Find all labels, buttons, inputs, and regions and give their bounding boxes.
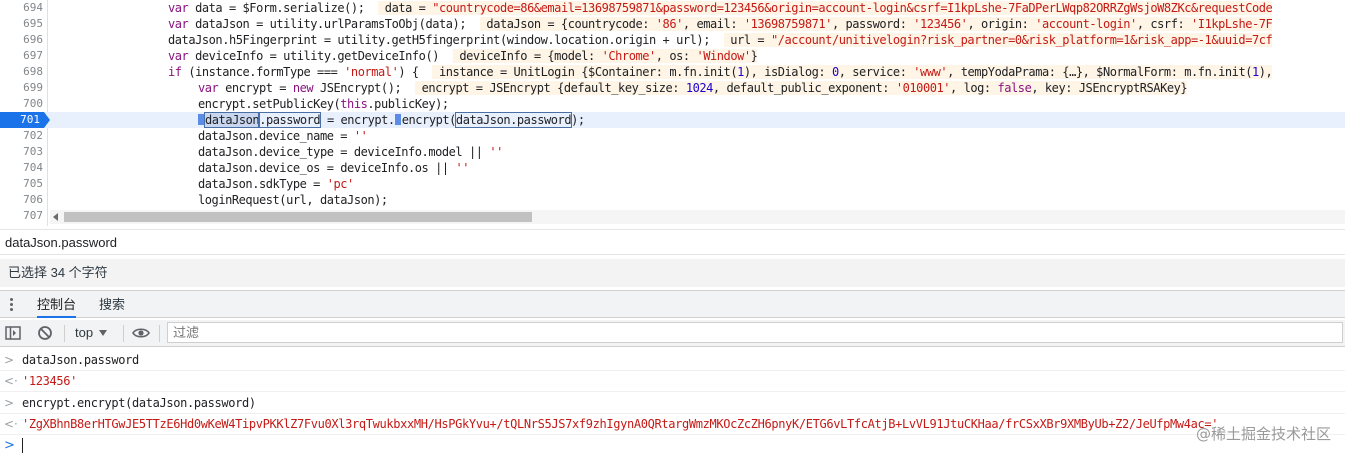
line-number[interactable]: 701 <box>0 112 44 128</box>
code-text[interactable]: dataJson.device_name = '' <box>198 128 368 144</box>
code-text[interactable]: dataJson.sdkType = 'pc' <box>198 176 354 192</box>
more-tools-menu-icon[interactable] <box>10 298 14 312</box>
line-number[interactable]: 698 <box>0 64 47 80</box>
text-cursor <box>22 438 23 453</box>
code-line: 703 dataJson.device_type = deviceInfo.mod… <box>0 144 1345 160</box>
console-result-text[interactable]: 'ZgXBhnB8erHTGwJE5TTzE6Hd0wKeW4TipvPKKlZ… <box>22 417 1219 431</box>
console-prompt[interactable]: > <box>0 435 1345 459</box>
line-number[interactable]: 694 <box>0 0 47 16</box>
line-number[interactable]: 700 <box>0 96 47 112</box>
code-line: 697 var deviceInfo = utility.getDeviceInf… <box>0 48 1345 64</box>
console-filter-input[interactable] <box>167 322 1343 343</box>
context-caret-icon <box>99 330 108 336</box>
code-text[interactable]: dataJson.h5Fingerprint = utility.getH5fi… <box>168 32 1273 48</box>
line-number[interactable]: 702 <box>0 128 47 144</box>
code-line: 705 dataJson.sdkType = 'pc' <box>0 176 1345 192</box>
code-line: 694 var data = $Form.serialize(); data = … <box>0 0 1345 16</box>
code-line: 702 dataJson.device_name = '' <box>0 128 1345 144</box>
console-input-line: > dataJson.password <box>0 350 1345 371</box>
console-result-line: <· '123456' <box>0 371 1345 392</box>
selection-status-text: 已选择 34 个字符 <box>8 265 108 280</box>
code-line: 700 encrypt.setPublicKey(this.publicKey); <box>0 96 1345 112</box>
horizontal-scrollbar[interactable] <box>50 210 1345 224</box>
selection-status-bar: 已选择 34 个字符 <box>0 259 1345 287</box>
code-text[interactable]: encrypt.setPublicKey(this.publicKey); <box>198 96 449 112</box>
line-number[interactable]: 704 <box>0 160 47 176</box>
console-input-text: encrypt.encrypt(dataJson.password) <box>22 396 256 410</box>
line-number[interactable]: 695 <box>0 16 47 32</box>
line-number[interactable]: 707 <box>0 208 47 224</box>
toolbar-divider <box>64 325 65 342</box>
code-text[interactable]: if (instance.formType === 'normal') { in… <box>168 64 1273 80</box>
show-sidebar-icon[interactable] <box>5 325 21 341</box>
code-text[interactable]: var deviceInfo = utility.getDeviceInfo()… <box>168 48 758 64</box>
code-line: 706 loginRequest(url, dataJson); <box>0 192 1345 208</box>
result-arrow-icon: <· <box>4 417 18 431</box>
context-selector-label: top <box>75 325 94 340</box>
drawer-tab-bar: 控制台 搜索 <box>0 290 1345 318</box>
watermark: @稀土掘金技术社区 <box>1195 425 1331 443</box>
code-line: 704 dataJson.device_os = deviceInfo.os ||… <box>0 160 1345 176</box>
code-text[interactable]: dataJson.device_os = deviceInfo.os || '' <box>198 160 469 176</box>
expression-text: dataJson.password <box>5 235 118 250</box>
console-input-line: > encrypt.encrypt(dataJson.password) <box>0 393 1345 414</box>
line-number[interactable]: 705 <box>0 176 47 192</box>
breakpoint-arrow-icon[interactable] <box>44 112 50 128</box>
code-line: 698 if (instance.formType === 'normal') {… <box>0 64 1345 80</box>
result-arrow-icon: <· <box>4 374 18 388</box>
clear-console-icon[interactable] <box>37 325 53 341</box>
code-text[interactable]: dataJson.device_type = deviceInfo.model … <box>198 144 503 160</box>
toolbar-divider <box>123 325 124 342</box>
source-editor[interactable]: 694 var data = $Form.serialize(); data = … <box>0 0 1345 226</box>
code-line-paused: 701 dataJson.password = encrypt. encrypt(d… <box>0 112 1345 128</box>
scrollbar-thumb[interactable] <box>64 212 532 222</box>
code-line: 699 var encrypt = new JSEncrypt(); encryp… <box>0 80 1345 96</box>
scroll-left-arrow-icon[interactable] <box>53 213 58 221</box>
code-line: 696 dataJson.h5Fingerprint = utility.getH… <box>0 32 1345 48</box>
prompt-chevron-icon: > <box>4 438 15 453</box>
code-text[interactable]: var dataJson = utility.urlParamsToObj(da… <box>168 16 1273 32</box>
code-text[interactable]: var encrypt = new JSEncrypt(); encrypt =… <box>198 80 1188 96</box>
console-result-line: <· 'ZgXBhnB8erHTGwJE5TTzE6Hd0wKeW4TipvPK… <box>0 414 1345 435</box>
live-expression-eye-icon[interactable] <box>132 325 150 341</box>
tab-console-label: 控制台 <box>37 297 77 312</box>
console-result-text[interactable]: '123456' <box>22 374 77 388</box>
toolbar-divider <box>159 325 160 342</box>
context-selector[interactable]: top <box>75 320 108 346</box>
line-number[interactable]: 697 <box>0 48 47 64</box>
line-number[interactable]: 699 <box>0 80 47 96</box>
console-toolbar: top <box>0 320 1345 347</box>
input-prompt-icon: > <box>4 353 15 367</box>
line-number[interactable]: 703 <box>0 144 47 160</box>
code-text[interactable]: dataJson.password = encrypt. encrypt(data… <box>198 112 585 128</box>
code-text[interactable]: loginRequest(url, dataJson); <box>198 192 388 208</box>
watch-expression-bar: dataJson.password <box>0 229 1345 255</box>
tab-search[interactable]: 搜索 <box>99 291 125 318</box>
input-prompt-icon: > <box>4 396 15 410</box>
line-number[interactable]: 706 <box>0 192 47 208</box>
line-number[interactable]: 696 <box>0 32 47 48</box>
console-input-text: dataJson.password <box>22 353 139 367</box>
tab-search-label: 搜索 <box>99 297 126 312</box>
tab-console[interactable]: 控制台 <box>37 291 77 318</box>
code-line: 695 var dataJson = utility.urlParamsToObj… <box>0 16 1345 32</box>
code-text[interactable]: var data = $Form.serialize(); data = "co… <box>168 0 1273 16</box>
